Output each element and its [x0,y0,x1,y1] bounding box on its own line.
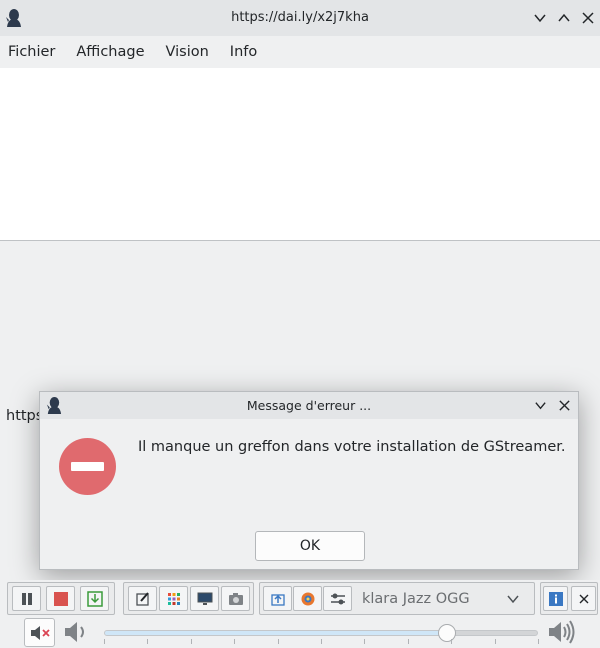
pause-button[interactable] [12,586,41,611]
volume-tick [451,639,453,644]
volume-tick [364,639,366,644]
monitor-icon [197,592,212,605]
menu-info[interactable]: Info [230,44,257,60]
volume-slider-fill [105,631,447,635]
speaker-muted-icon [30,625,50,640]
camera-button[interactable] [221,586,250,611]
chevron-up-icon [558,13,570,22]
speaker-low-icon [65,622,84,642]
chevron-down-icon [507,595,519,604]
menu-vision[interactable]: Vision [166,44,209,60]
volume-slider-handle[interactable] [437,624,456,642]
info-button[interactable] [543,586,568,611]
dialog-close-button[interactable] [556,397,572,413]
stream-group: klara Jazz OGG [259,582,535,615]
menu-affichage[interactable]: Affichage [76,44,144,60]
dialog-titlebar: Message d'erreur ... [40,392,578,419]
volume-slider-track[interactable] [104,630,538,636]
volume-tick [277,639,279,644]
error-dialog: Message d'erreur ... Il manque un greffo… [39,391,579,570]
channel-select[interactable]: klara Jazz OGG [356,586,530,611]
info-icon [548,591,563,606]
volume-tick [407,639,409,644]
settings-button[interactable] [323,586,352,611]
grid-button[interactable] [159,586,188,611]
volume-tick [234,639,236,644]
error-icon [59,438,116,495]
edit-button[interactable] [128,586,157,611]
stop-icon [53,591,68,606]
upload-button[interactable] [263,586,292,611]
chevron-down-icon [534,14,546,23]
stop-button[interactable] [46,586,75,611]
browser-button[interactable] [293,586,322,611]
monitor-button[interactable] [190,586,219,611]
channel-selected-label: klara Jazz OGG [362,590,470,607]
settings-icon [330,593,345,604]
grid-icon [167,592,180,605]
video-display[interactable] [0,68,600,241]
dialog-message: Il manque un greffon dans votre installa… [138,439,566,455]
player-toolbar: klara Jazz OGG [0,580,600,616]
volume-tick [147,639,149,644]
close-window-button[interactable] [579,9,597,27]
minimize-button[interactable] [531,9,549,27]
menu-fichier[interactable]: Fichier [8,44,55,60]
close-icon [582,12,594,24]
window-titlebar: https://dai.ly/x2j7kha [0,0,600,36]
volume-row [0,616,600,648]
upload-icon [270,593,285,606]
pause-icon [21,592,32,605]
browser-icon [301,592,314,605]
close-icon [579,594,588,603]
record-button[interactable] [80,586,109,611]
camera-icon [228,592,243,605]
mute-button[interactable] [24,618,55,647]
window-title: https://dai.ly/x2j7kha [231,10,369,25]
speaker-high-icon [549,620,575,644]
record-icon [86,590,103,607]
playback-group [7,582,115,615]
volume-tick [538,639,539,644]
volume-tick [190,639,192,644]
volume-tick [104,639,105,644]
extra-group [540,582,598,615]
maximize-button[interactable] [555,9,573,27]
ok-button[interactable]: OK [255,531,365,561]
chevron-down-icon [534,401,546,409]
tools-group [123,582,254,615]
edit-icon [135,591,149,606]
volume-tick [321,639,322,644]
dialog-minimize-button[interactable] [532,397,548,413]
menu-bar: Fichier Affichage Vision Info [0,36,600,68]
dialog-title: Message d'erreur ... [246,398,372,413]
close-panel-button[interactable] [571,586,596,611]
close-icon [558,399,570,411]
volume-tick [494,639,496,644]
